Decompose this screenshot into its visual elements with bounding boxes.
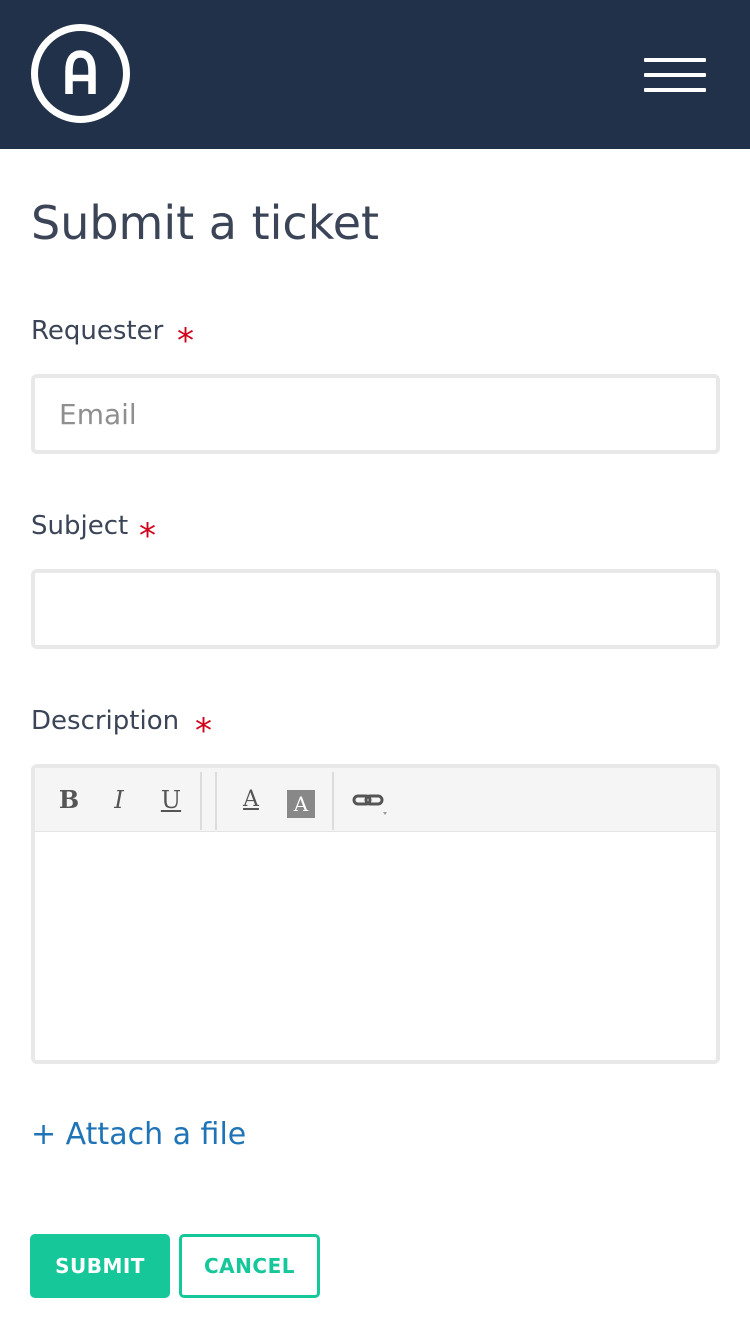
- italic-button[interactable]: I: [101, 782, 137, 818]
- requester-email-input[interactable]: [31, 374, 720, 454]
- hamburger-menu-button[interactable]: [636, 52, 714, 98]
- toolbar-divider: [215, 772, 217, 830]
- requester-label: Requester: [31, 316, 164, 346]
- link-button[interactable]: [351, 782, 391, 818]
- description-textarea[interactable]: [35, 833, 716, 1060]
- page-title: Submit a ticket: [31, 196, 380, 250]
- hamburger-menu-icon: [644, 73, 706, 77]
- required-marker: *: [177, 321, 194, 361]
- required-marker: *: [139, 516, 156, 556]
- circle-a-logo-icon: [65, 50, 96, 94]
- description-label: Description: [31, 706, 180, 736]
- underline-button[interactable]: U: [153, 782, 189, 818]
- toolbar-divider: [332, 772, 334, 830]
- submit-button[interactable]: SUBMIT: [30, 1234, 170, 1298]
- top-header: [0, 0, 750, 149]
- hamburger-menu-icon: [644, 58, 706, 62]
- required-marker: *: [195, 711, 212, 751]
- background-color-button[interactable]: A: [287, 790, 315, 818]
- logo[interactable]: [31, 24, 130, 123]
- link-icon: [352, 794, 387, 815]
- subject-label: Subject: [31, 511, 129, 541]
- font-color-button[interactable]: A: [233, 782, 269, 818]
- bold-button[interactable]: B: [51, 782, 87, 818]
- hamburger-menu-icon: [644, 88, 706, 92]
- description-editor: B I U A A: [31, 764, 720, 1064]
- attach-file-link[interactable]: + Attach a file: [31, 1117, 246, 1152]
- subject-input[interactable]: [31, 569, 720, 649]
- editor-toolbar: B I U A A: [35, 768, 716, 832]
- cancel-button[interactable]: CANCEL: [179, 1234, 320, 1298]
- toolbar-divider: [200, 772, 202, 830]
